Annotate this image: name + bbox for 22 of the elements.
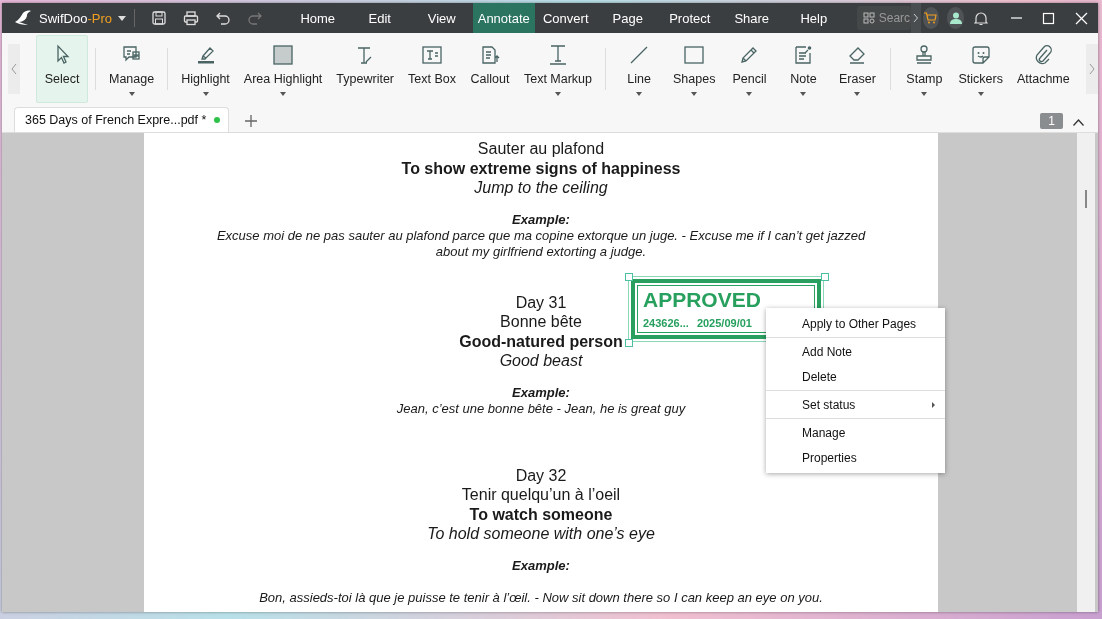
literal-translation: Good beast <box>499 351 583 371</box>
example-sentence: Excuse moi de ne pas sauter au plafond parce que ma copine extorque un juge. - Excuse me if I can’t get jazzed about my girlfriend extorting a judge. <box>215 227 867 260</box>
french-expression: Bonne bête <box>500 312 582 332</box>
meaning-text: To watch someone <box>469 504 613 524</box>
meaning-text: To show extreme signs of happiness <box>401 158 681 178</box>
literal-translation: To hold someone with one’s eye <box>427 524 655 544</box>
stamp-title: APPROVED <box>643 288 761 312</box>
meaning-text: Good-natured person <box>459 331 623 351</box>
literal-translation: Jump to the ceiling <box>474 178 608 198</box>
day-heading: Day 31 <box>515 292 567 312</box>
example-label: Example: <box>512 211 570 228</box>
page-number: 1 <box>1040 113 1063 129</box>
french-expression: Tenir quelqu’un à l’oeil <box>461 485 621 505</box>
example-sentence: Jean, c’est une bonne bête - Jean, he is great guy <box>396 400 686 417</box>
example-label: Example: <box>512 557 570 574</box>
example-sentence: Bon, assieds-toi là que je puisse te tenir à l’œil. - Now sit down there so I can keep an eye on you. <box>259 589 823 606</box>
example-label: Example: <box>512 384 570 401</box>
app-name: SwifDoo-Pro <box>39 10 112 26</box>
stamp-id: 243626... <box>643 317 689 329</box>
day-heading: Day 32 <box>515 465 567 485</box>
stamp-date: 2025/09/01 <box>696 317 752 329</box>
french-expression: Sauter au plafond <box>477 139 605 159</box>
